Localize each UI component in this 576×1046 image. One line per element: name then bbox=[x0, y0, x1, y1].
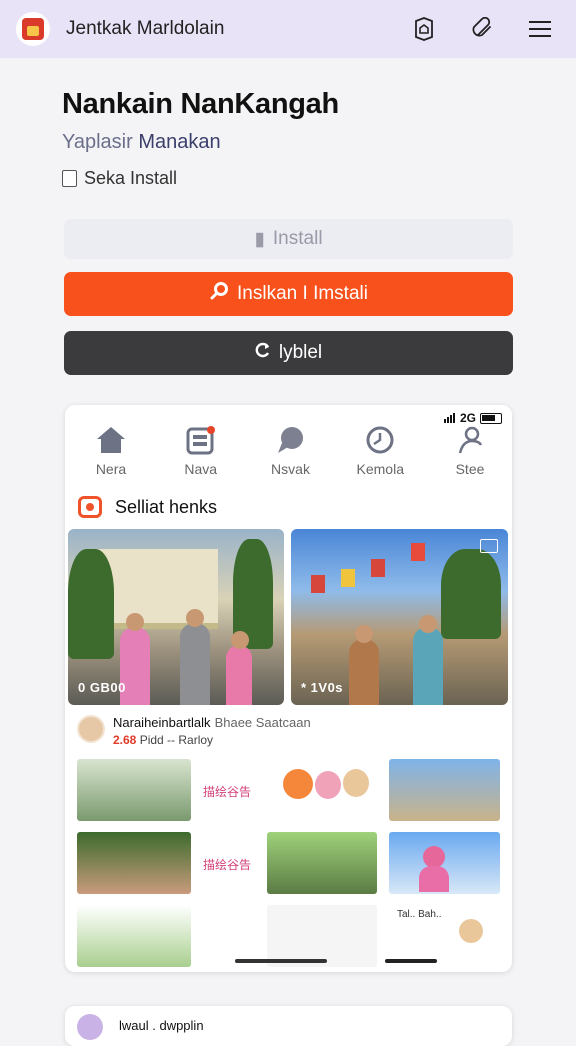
battery-icon bbox=[480, 412, 502, 424]
nav-label: Kemola bbox=[356, 461, 404, 477]
post-meta-text: Pidd -- Rarloy bbox=[136, 733, 214, 747]
person-figure bbox=[349, 639, 379, 705]
next-card[interactable]: lwaul . dwpplin bbox=[65, 1006, 512, 1046]
status-bar: 2G bbox=[443, 411, 502, 425]
camera-icon bbox=[78, 496, 102, 518]
person-figure bbox=[413, 627, 443, 705]
section-title: Selliat henks bbox=[115, 496, 218, 517]
thumbnail[interactable] bbox=[389, 759, 500, 821]
preview-nav-bar: Nera Nava Nsvak Kemola Stee bbox=[65, 425, 512, 487]
sticker-thumbnail[interactable] bbox=[267, 759, 377, 821]
thumbnail[interactable] bbox=[77, 832, 191, 894]
install-button-disabled[interactable]: ▮ Install bbox=[64, 219, 513, 259]
media-caption: 0 GB00 bbox=[78, 680, 126, 695]
avatar[interactable] bbox=[77, 715, 105, 743]
section-header: Selliat henks bbox=[78, 496, 217, 518]
media-badge-icon bbox=[480, 539, 498, 553]
page-subtitle: Yaplasir Manakan bbox=[62, 131, 522, 154]
person-icon bbox=[458, 426, 483, 454]
app-title: Jentkak Marldolain bbox=[66, 18, 225, 39]
scrollbar-handle[interactable] bbox=[235, 959, 327, 963]
subtitle-rest: Manakan bbox=[132, 131, 221, 153]
install-button-label: Install bbox=[272, 228, 323, 249]
flag-decoration bbox=[311, 575, 325, 593]
paperclip-icon[interactable] bbox=[462, 9, 502, 49]
avatar bbox=[77, 1014, 103, 1040]
install-primary-button[interactable]: Inslkan I Imstali bbox=[64, 272, 513, 316]
app-header: Nankain NanKangah Yaplasir Manakan Seka … bbox=[62, 88, 522, 189]
thumbnail-row: Tal.. Bah.. bbox=[77, 905, 500, 967]
thumbnail[interactable]: Tal.. Bah.. bbox=[389, 905, 500, 967]
thumbnail[interactable] bbox=[77, 905, 191, 967]
person-head bbox=[126, 613, 144, 631]
menu-icon[interactable] bbox=[520, 9, 560, 49]
nav-label: Nava bbox=[184, 461, 218, 477]
nav-item-home[interactable]: Nera bbox=[79, 425, 143, 487]
gallery-icon bbox=[186, 426, 215, 455]
thumbnail[interactable] bbox=[267, 905, 377, 967]
nav-label: Nera bbox=[95, 461, 127, 477]
secondary-action-label: lyblel bbox=[278, 342, 323, 363]
nav-item-profile[interactable]: Stee bbox=[438, 425, 502, 487]
nav-item-chat[interactable]: Nsvak bbox=[259, 425, 323, 487]
thumbnail[interactable] bbox=[267, 832, 377, 894]
thumbnail-row: 描绘谷告 bbox=[77, 832, 500, 894]
thumbnail-row: 描绘谷告 bbox=[77, 759, 500, 821]
flag-decoration bbox=[341, 569, 355, 587]
search-icon bbox=[209, 281, 229, 307]
install-primary-label: Inslkan I Imstali bbox=[237, 283, 368, 304]
app-preview-card: 2G Nera Nava Nsvak Kemola Stee Selliat h… bbox=[65, 405, 512, 972]
next-card-title: lwaul . dwpplin bbox=[119, 1018, 204, 1033]
person-figure bbox=[180, 623, 210, 705]
media-tile[interactable]: 0 GB00 bbox=[68, 529, 284, 705]
clock-icon bbox=[366, 426, 394, 454]
media-caption: * 1V0s bbox=[301, 680, 344, 695]
thumbnail[interactable] bbox=[77, 759, 191, 821]
home-icon bbox=[97, 427, 125, 453]
thumbnail[interactable] bbox=[389, 832, 500, 894]
house-badge-icon[interactable] bbox=[404, 9, 444, 49]
media-tile[interactable]: * 1V0s bbox=[291, 529, 508, 705]
thumbnail-label: 描绘谷告 bbox=[203, 858, 252, 872]
page-title: Nankain NanKangah bbox=[62, 88, 339, 120]
tree-shape bbox=[441, 549, 501, 639]
thumbnail-caption: Tal.. Bah.. bbox=[397, 909, 442, 920]
chat-bubble-icon bbox=[277, 427, 303, 453]
flag-decoration bbox=[371, 559, 385, 577]
person-head bbox=[231, 631, 249, 649]
nav-label: Nsvak bbox=[271, 461, 310, 477]
app-top-bar: Jentkak Marldolain bbox=[0, 0, 576, 58]
scrollbar-handle[interactable] bbox=[385, 959, 437, 963]
install-icon: ▮ bbox=[254, 228, 265, 250]
network-type: 2G bbox=[459, 411, 476, 425]
refresh-icon bbox=[255, 341, 271, 365]
nav-label: Stee bbox=[455, 461, 485, 477]
install-checkbox[interactable] bbox=[62, 170, 77, 187]
post-header[interactable]: Naraiheinbartlalk Bhaee Saatcaan 2.68 Pid… bbox=[77, 715, 311, 747]
checkbox-label: Seka Install bbox=[84, 168, 178, 188]
post-author-name: Naraiheinbartlalk bbox=[113, 715, 211, 730]
post-count: 2.68 bbox=[113, 733, 137, 747]
tree-shape bbox=[68, 549, 114, 659]
post-author: Naraiheinbartlalk Bhaee Saatcaan bbox=[113, 715, 311, 730]
subtitle-prefix: Yaplasir bbox=[62, 131, 133, 153]
post-author-extra: Bhaee Saatcaan bbox=[214, 715, 311, 730]
flag-decoration bbox=[411, 543, 425, 561]
person-head bbox=[186, 609, 204, 627]
nav-item-clock[interactable]: Kemola bbox=[348, 425, 412, 487]
person-head bbox=[419, 615, 437, 633]
install-checkbox-row[interactable]: Seka Install bbox=[62, 168, 522, 189]
person-figure bbox=[226, 645, 252, 705]
app-logo[interactable] bbox=[16, 12, 50, 46]
post-meta: 2.68 Pidd -- Rarloy bbox=[113, 733, 311, 747]
nav-item-gallery[interactable]: Nava bbox=[169, 425, 233, 487]
person-head bbox=[355, 625, 373, 643]
signal-icon bbox=[443, 413, 456, 423]
secondary-action-button[interactable]: lyblel bbox=[64, 331, 513, 375]
thumbnail-label: 描绘谷告 bbox=[203, 785, 252, 799]
